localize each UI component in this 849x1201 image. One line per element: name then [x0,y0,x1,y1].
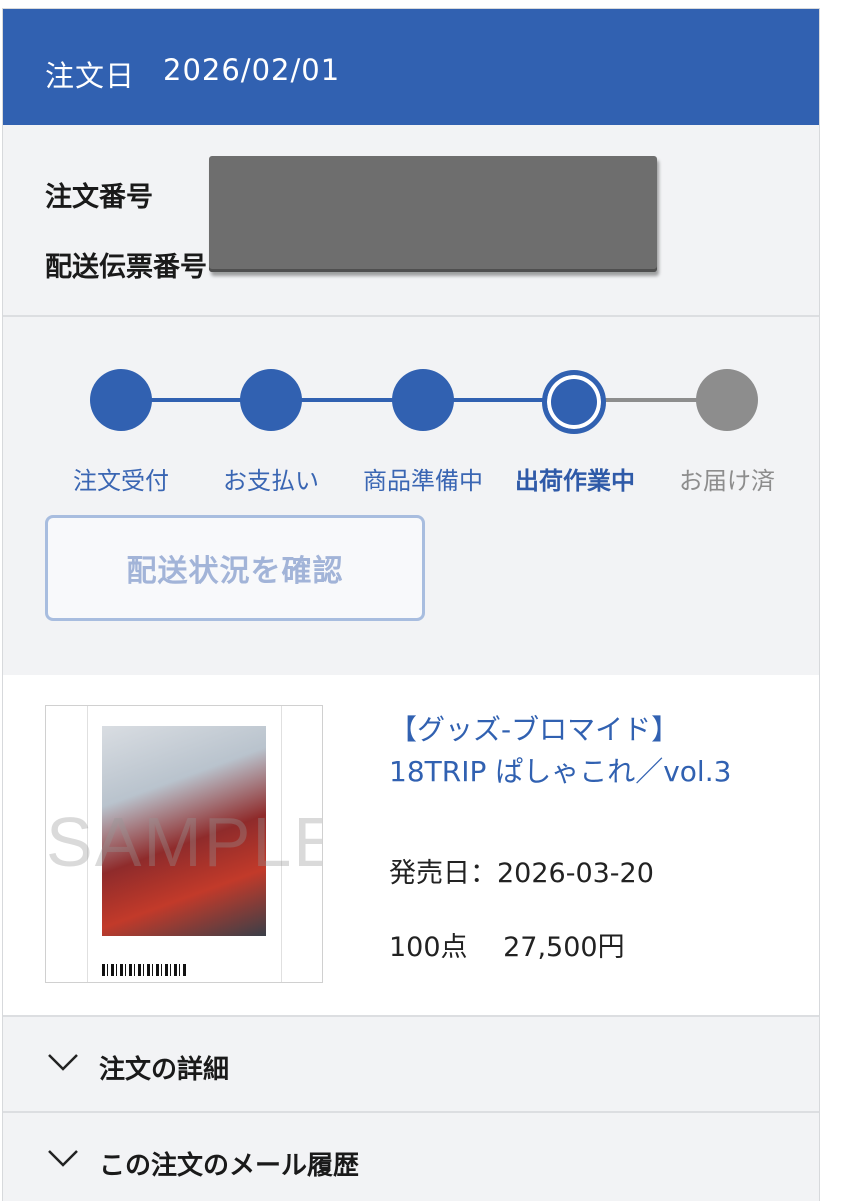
accordion-order-details-label: 注文の詳細 [99,1055,230,1085]
order-card: 注文日 2026/02/01 注文番号 配送伝票番号 注文受付 お支払い 商品準… [2,8,820,1201]
check-delivery-status-button[interactable]: 配送状況を確認 [45,515,425,621]
barcode-strip [102,964,188,976]
step-label-preparing: 商品準備中 [363,467,483,495]
order-progress: 注文受付 お支払い 商品準備中 出荷作業中 お届け済 配送状況を確認 [3,319,819,679]
order-info-section: 注文番号 配送伝票番号 [3,125,819,317]
step-label-shipping: 出荷作業中 [515,467,635,495]
step-dot-payment [240,369,302,431]
release-date: 発売日：2026-03-20 [389,858,654,889]
order-number-label: 注文番号 [45,182,153,213]
step-label-received: 注文受付 [73,467,169,495]
product-title-line2: 18TRIP ぱしゃこれ／vol.3 [389,755,732,788]
order-date-value: 2026/02/01 [163,53,341,87]
chevron-down-icon [48,1054,78,1071]
product-title-link[interactable]: 【グッズ-ブロマイド】 18TRIP ぱしゃこれ／vol.3 [389,709,731,793]
order-date-label: 注文日 [45,59,136,93]
step-label-delivered: お届け済 [679,467,775,495]
accordion-mail-history-label: この注文のメール履歴 [99,1151,360,1181]
progress-line-done [121,398,571,402]
chevron-down-icon [48,1150,78,1167]
step-dot-received [90,369,152,431]
quantity-price: 100点 27,500円 [389,932,625,963]
step-label-payment: お支払い [223,467,319,495]
step-dot-delivered [696,369,758,431]
product-thumbnail[interactable]: SAMPLE [45,705,323,983]
step-dot-preparing [392,369,454,431]
order-date-header: 注文日 2026/02/01 [3,9,819,125]
product-item: SAMPLE 【グッズ-ブロマイド】 18TRIP ぱしゃこれ／vol.3 発売… [3,675,819,1017]
accordion-mail-history[interactable]: この注文のメール履歴 [3,1111,819,1201]
accordion-order-details[interactable]: 注文の詳細 [3,1015,819,1111]
product-title-line1: 【グッズ-ブロマイド】 [389,713,680,746]
divider [3,315,819,317]
step-dot-shipping [542,370,606,434]
sample-watermark: SAMPLE [46,803,323,881]
tracking-number-label: 配送伝票番号 [45,252,207,283]
redaction-block [209,156,657,272]
